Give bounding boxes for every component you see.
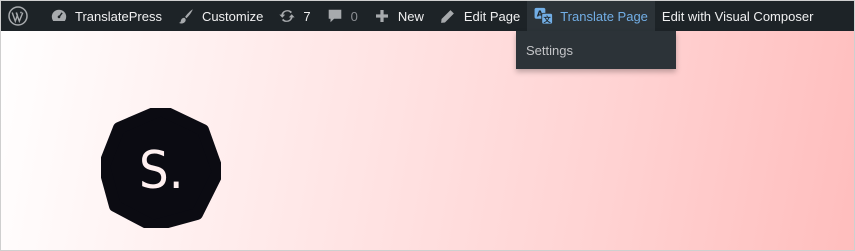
translate-page-link[interactable]: A 文 Translate Page (527, 1, 655, 31)
submenu-item-settings[interactable]: Settings (526, 43, 573, 58)
customize-link[interactable]: Customize (169, 1, 270, 31)
svg-text:文: 文 (543, 15, 552, 24)
new-content-link[interactable]: New (365, 1, 431, 31)
comments-count: 0 (350, 8, 358, 24)
wordpress-logo-icon (8, 6, 28, 26)
site-logo: S. (98, 104, 224, 232)
translate-icon: A 文 (534, 6, 554, 26)
edit-visual-composer-link[interactable]: Edit with Visual Composer (655, 1, 821, 31)
translate-page-submenu: Settings (516, 31, 676, 69)
site-name-link[interactable]: TranslatePress (42, 1, 169, 31)
comments-link[interactable]: 0 (318, 1, 365, 31)
updates-refresh-icon (277, 6, 297, 26)
updates-count: 7 (303, 8, 311, 24)
plus-icon (372, 6, 392, 26)
wordpress-menu[interactable] (1, 1, 42, 31)
paintbrush-icon (176, 6, 196, 26)
updates-link[interactable]: 7 (270, 1, 317, 31)
site-logo-letter: S. (139, 140, 184, 201)
pencil-icon (438, 6, 458, 26)
edit-page-link[interactable]: Edit Page (431, 1, 527, 31)
edit-page-label: Edit Page (463, 8, 521, 24)
translate-page-label: Translate Page (560, 8, 648, 24)
dashboard-gauge-icon (49, 6, 69, 26)
comment-bubble-icon (325, 6, 345, 26)
admin-bar: TranslatePress Customize 7 0 New Edit Pa… (1, 1, 854, 31)
site-name-label: TranslatePress (75, 8, 162, 24)
edit-visual-composer-label: Edit with Visual Composer (661, 8, 814, 24)
new-label: New (397, 8, 424, 24)
customize-label: Customize (201, 8, 264, 24)
